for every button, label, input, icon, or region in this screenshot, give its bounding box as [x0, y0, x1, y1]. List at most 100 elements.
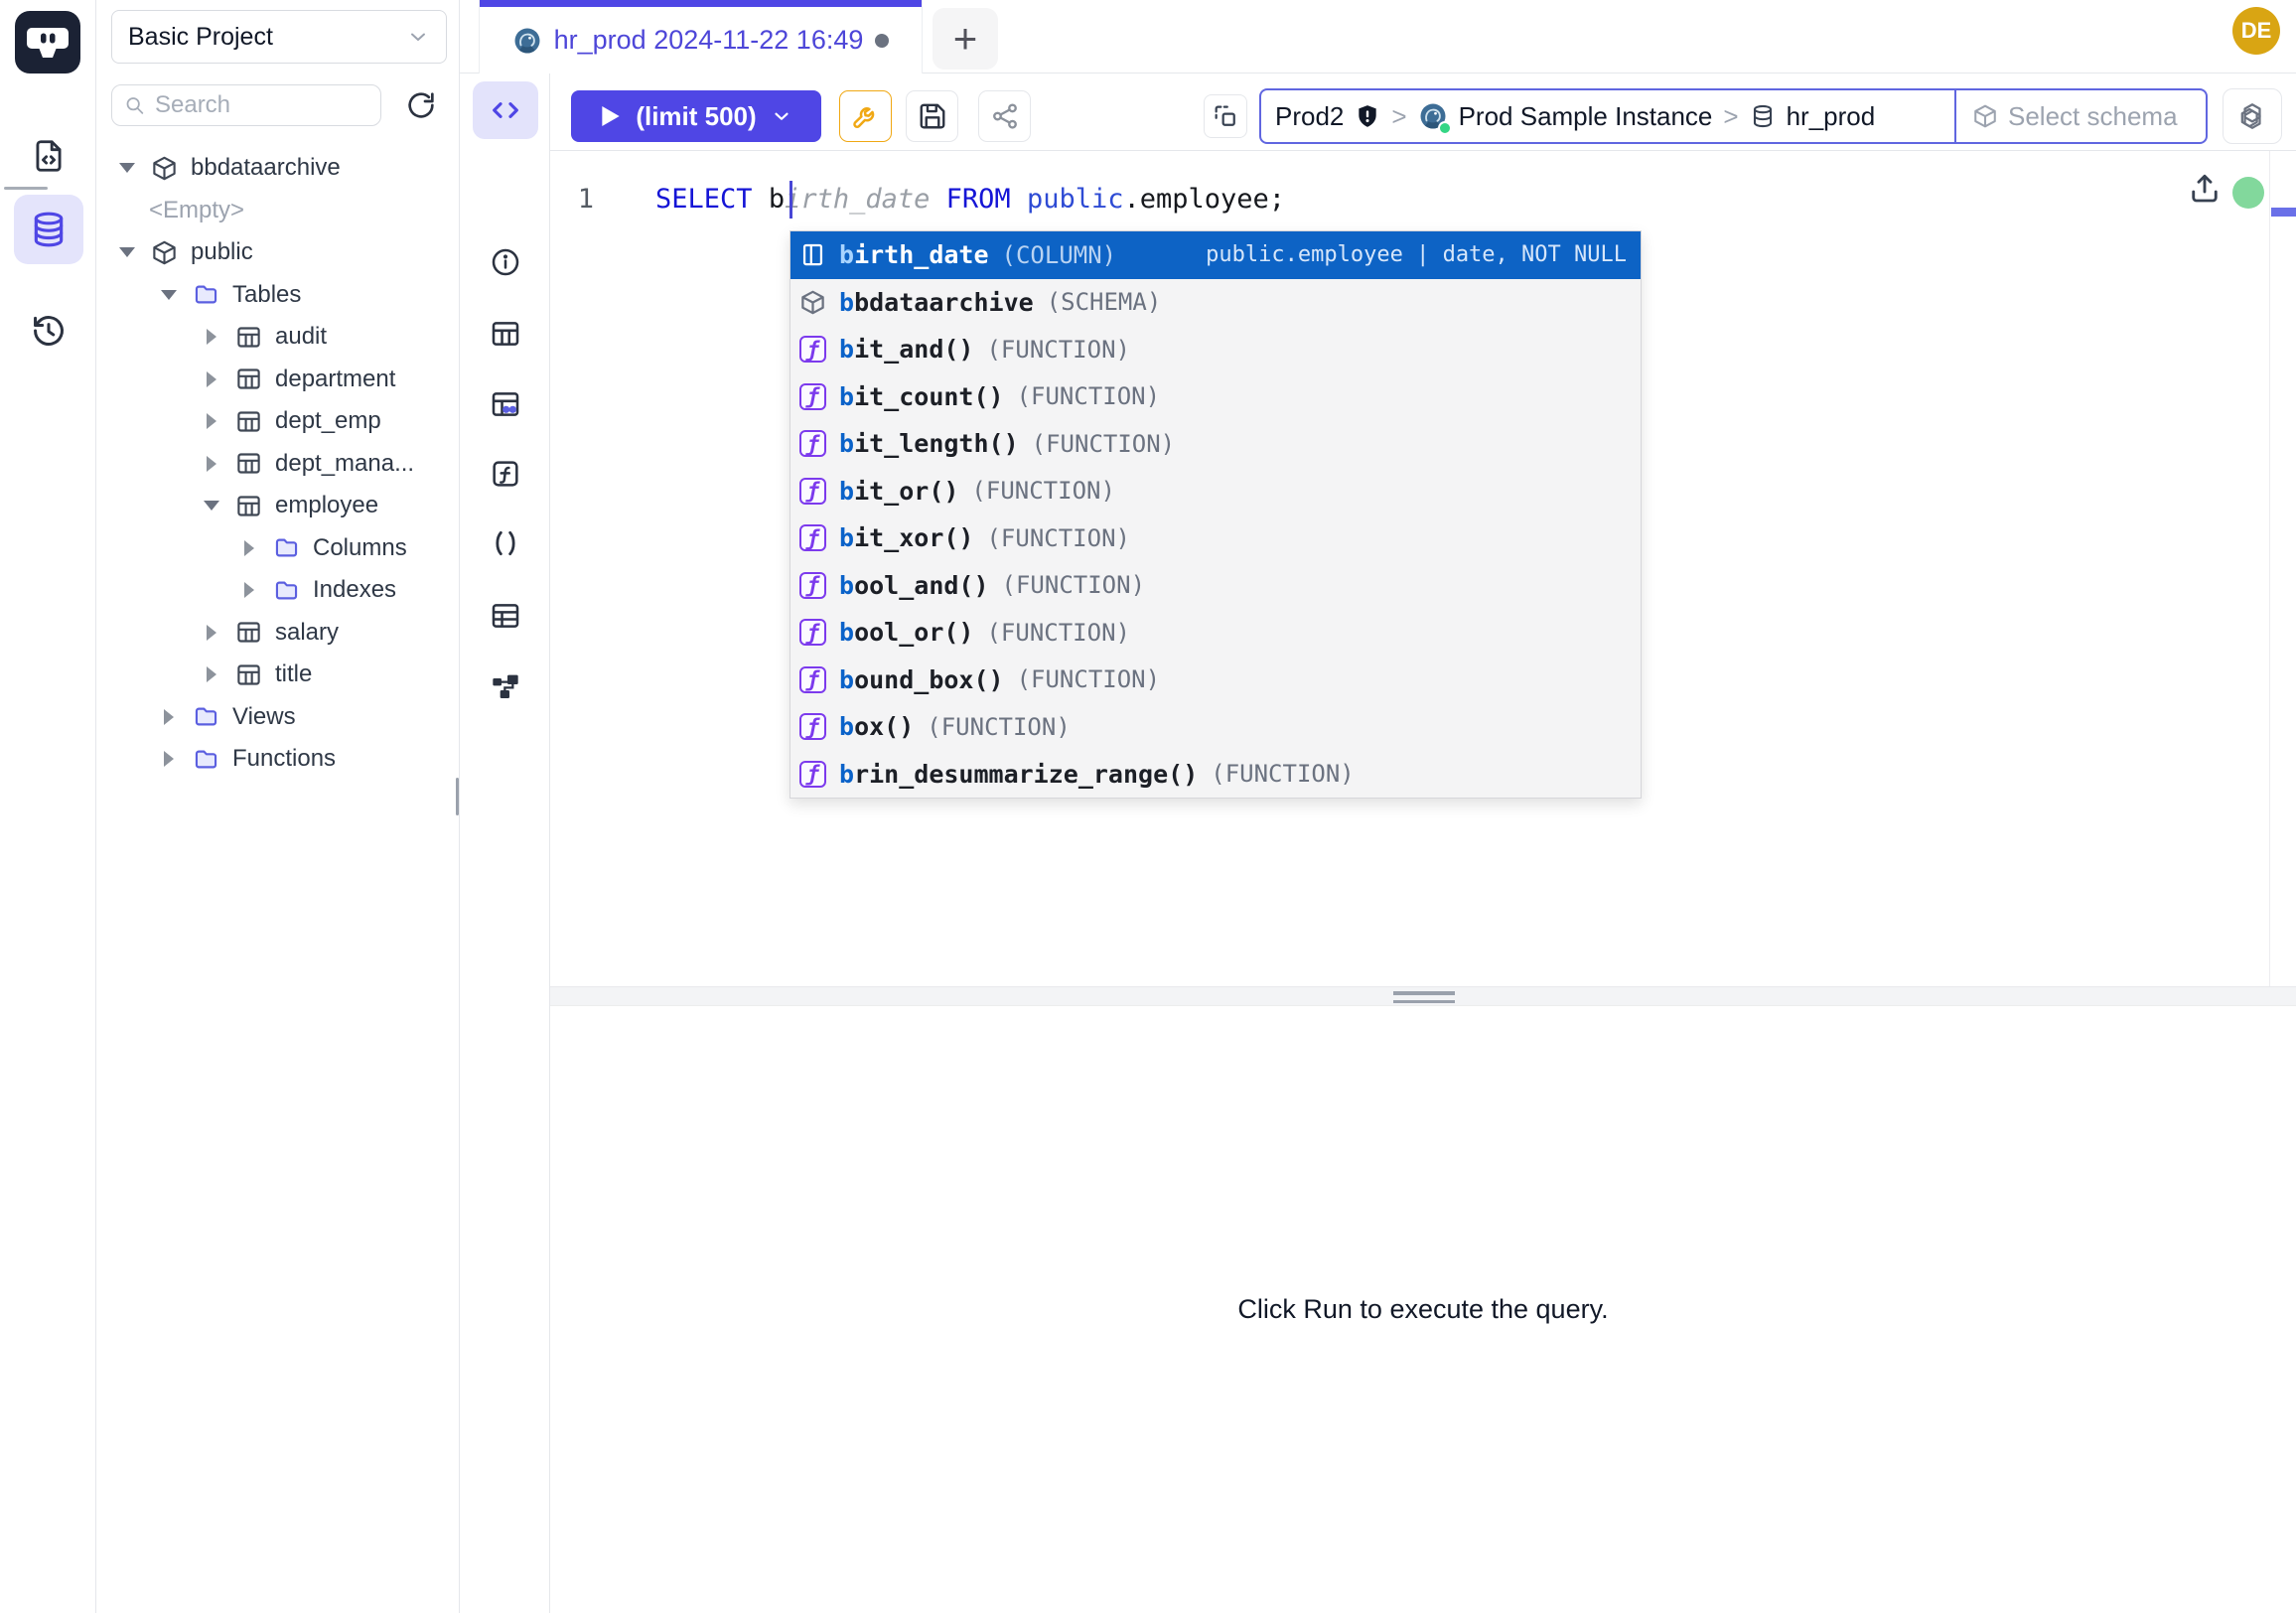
match-text: b	[839, 760, 854, 789]
schema-cube-icon	[151, 155, 178, 182]
suggest-item-bbdataarchive[interactable]: bbdataarchive (SCHEMA)	[790, 279, 1641, 327]
tree-item-dept-emp[interactable]: dept_emp	[96, 400, 459, 443]
batch-query-button[interactable]	[1204, 94, 1247, 138]
info-panel-button[interactable]	[473, 233, 538, 291]
caret-right-icon[interactable]	[201, 666, 222, 682]
schema-select[interactable]: Select schema	[1954, 90, 2206, 142]
project-select[interactable]: Basic Project	[111, 10, 447, 64]
suggest-name: ox()	[854, 712, 914, 741]
caret-right-icon[interactable]	[238, 540, 260, 556]
tree-item-employee[interactable]: employee	[96, 485, 459, 527]
suggest-name: ound_box()	[854, 665, 1004, 694]
overview-ruler	[2269, 151, 2270, 986]
new-tab-button[interactable]: +	[933, 8, 998, 70]
suggest-item-bit-or[interactable]: ƒ bit_or() (FUNCTION)	[790, 468, 1641, 515]
editor-toolbar: (limit 500) Prod2 >	[550, 73, 2296, 151]
suggest-item-bit-and[interactable]: ƒ bit_and() (FUNCTION)	[790, 326, 1641, 373]
tree-item-audit[interactable]: audit	[96, 316, 459, 359]
code-icon	[489, 93, 522, 127]
refresh-tree-button[interactable]	[394, 85, 448, 125]
caret-right-icon[interactable]	[158, 751, 180, 767]
caret-down-icon[interactable]	[116, 247, 138, 257]
caret-right-icon[interactable]	[238, 582, 260, 598]
tree-item-salary[interactable]: salary	[96, 612, 459, 655]
caret-right-icon[interactable]	[201, 371, 222, 387]
external-tables-panel-button[interactable]	[473, 375, 538, 433]
tree-item-tables[interactable]: Tables	[96, 274, 459, 317]
code-view-button[interactable]	[473, 81, 538, 139]
caret-down-icon[interactable]	[201, 501, 222, 511]
database-nav-button[interactable]	[14, 195, 83, 264]
diagram-panel-button[interactable]	[473, 658, 538, 715]
caret-right-icon[interactable]	[158, 709, 180, 725]
save-icon	[918, 101, 947, 131]
ai-assistant-button[interactable]	[2223, 88, 2282, 144]
postgresql-icon	[512, 26, 542, 56]
tree-item-indexes[interactable]: Indexes	[96, 569, 459, 612]
code-line-1: 1 SELECT birth_date FROM public.employee…	[550, 184, 1285, 215]
tree-item-bbdataarchive[interactable]: bbdataarchive	[96, 147, 459, 190]
parentheses-icon	[490, 527, 521, 559]
worksheet-tab[interactable]: hr_prod 2024-11-22 16:49	[479, 0, 923, 73]
tree-item-columns[interactable]: Columns	[96, 527, 459, 570]
tree-item-department[interactable]: department	[96, 359, 459, 401]
search-input[interactable]	[155, 91, 368, 119]
caret-right-icon[interactable]	[201, 413, 222, 429]
overview-cursor-mark	[2271, 208, 2296, 217]
suggest-item-bit-xor[interactable]: ƒ bit_xor() (FUNCTION)	[790, 514, 1641, 562]
suggest-name: ool_or()	[854, 618, 973, 647]
suggest-item-box[interactable]: ƒ box() (FUNCTION)	[790, 703, 1641, 751]
tree-search	[111, 84, 381, 126]
worksheet-nav-button[interactable]	[14, 121, 83, 191]
bytebase-logo[interactable]	[15, 11, 80, 73]
function-icon: ƒ	[799, 619, 826, 646]
caret-down-icon[interactable]	[116, 163, 138, 173]
suggest-name: rin_desummarize_range()	[854, 760, 1198, 789]
sequences-panel-button[interactable]	[473, 587, 538, 645]
tree-item-public[interactable]: public	[96, 231, 459, 274]
tree-item-label: department	[275, 366, 395, 393]
export-result-button[interactable]	[2187, 171, 2223, 207]
suggest-item-bit-count[interactable]: ƒ bit_count() (FUNCTION)	[790, 373, 1641, 421]
suggest-item-bit-length[interactable]: ƒ bit_length() (FUNCTION)	[790, 420, 1641, 468]
history-nav-button[interactable]	[14, 296, 83, 366]
functions-panel-button[interactable]	[473, 445, 538, 503]
caret-right-icon[interactable]	[201, 329, 222, 345]
match-text: b	[839, 665, 854, 694]
avatar[interactable]: DE	[2232, 7, 2280, 55]
suggest-item-bool-or[interactable]: ƒ bool_or() (FUNCTION)	[790, 609, 1641, 657]
match-text: b	[839, 240, 854, 269]
suggest-name: it_or()	[854, 477, 958, 506]
caret-down-icon[interactable]	[158, 290, 180, 300]
breadcrumb-main[interactable]: Prod2 > Prod Sample Instance > hr_prod	[1261, 90, 1954, 142]
connection-breadcrumb[interactable]: Prod2 > Prod Sample Instance > hr_prod	[1259, 88, 2208, 144]
breadcrumb-separator: >	[1391, 101, 1406, 132]
match-text: b	[839, 335, 854, 364]
caret-right-icon[interactable]	[201, 456, 222, 472]
schema-cube-icon	[799, 289, 826, 316]
tree-item-title[interactable]: title	[96, 654, 459, 696]
tree-item-dept-manager[interactable]: dept_mana...	[96, 443, 459, 486]
procedures-panel-button[interactable]	[473, 514, 538, 572]
tree-item-label: Columns	[313, 534, 407, 562]
suggest-item-birth-date[interactable]: birth_date (COLUMN) public.employee | da…	[790, 231, 1641, 279]
suggest-item-bool-and[interactable]: ƒ bool_and() (FUNCTION)	[790, 562, 1641, 610]
instance-engine	[1418, 101, 1448, 131]
save-sheet-button[interactable]	[906, 90, 958, 142]
share-sheet-button[interactable]	[978, 90, 1031, 142]
tree-item-functions[interactable]: Functions	[96, 738, 459, 781]
caret-right-icon[interactable]	[201, 625, 222, 641]
tables-panel-button[interactable]	[473, 305, 538, 363]
sql-editor[interactable]: 1 SELECT birth_date FROM public.employee…	[550, 151, 2296, 986]
play-icon	[600, 104, 622, 128]
format-sql-button[interactable]	[839, 90, 892, 142]
chevron-down-icon	[406, 25, 430, 49]
folder-icon	[193, 281, 219, 308]
panel-splitter[interactable]	[550, 986, 2296, 1006]
tree-item-views[interactable]: Views	[96, 696, 459, 739]
suggest-item-brin-desummarize-range[interactable]: ƒ brin_desummarize_range() (FUNCTION)	[790, 751, 1641, 799]
run-query-button[interactable]: (limit 500)	[571, 90, 821, 142]
suggest-kind: (COLUMN)	[1002, 241, 1117, 269]
column-icon	[799, 241, 826, 268]
suggest-item-bound-box[interactable]: ƒ bound_box() (FUNCTION)	[790, 657, 1641, 704]
